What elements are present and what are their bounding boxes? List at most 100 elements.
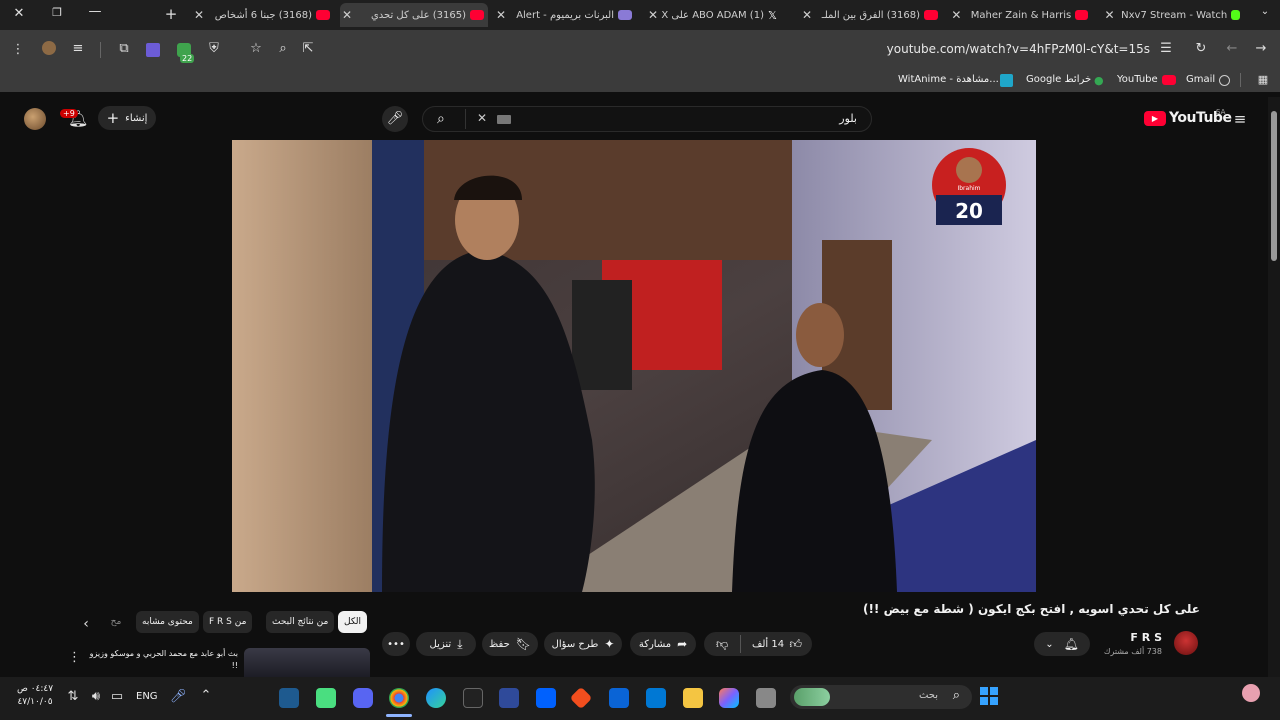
subscribed-button[interactable]: ⌄ 🔔︎ [1034,632,1090,656]
chevron-down-icon: ⌄ [1045,638,1054,650]
bookmark-gmail[interactable]: Gmail [1186,74,1215,85]
extension-icon[interactable] [146,43,160,57]
taskbar-search-box[interactable]: بحث ⌕ [790,685,972,709]
tab-6[interactable]: ✕ Maher Zain & Harris [950,3,1092,27]
discord-icon[interactable] [353,688,373,708]
scrollbar-thumb[interactable] [1271,111,1277,261]
windows-start-icon[interactable] [980,687,998,705]
chip-partial[interactable]: مح [104,611,128,633]
chip-from-channel[interactable]: من F R S [203,611,253,633]
close-window-icon[interactable]: ✕ [10,6,28,21]
tab-5[interactable]: ✕ (3168) الفرق بين الملـ [800,3,942,27]
site-settings-icon[interactable]: ☰ [1158,41,1174,56]
copilot-icon[interactable] [719,688,739,708]
language-indicator[interactable]: ENG [136,691,158,702]
download-icon: ⤓ [457,636,463,651]
chip-related[interactable]: محتوى مشابه [136,611,199,633]
back-arrow-icon[interactable]: ← [1224,41,1240,56]
clock[interactable]: ٠٤:٤٧ ص ٤٧/١٠/٠٥ [10,683,60,709]
related-video-thumbnail[interactable] [244,648,370,678]
tab-close-icon[interactable]: ✕ [646,8,660,22]
bookmark-witanime[interactable]: WitAnime - مشاهدة... [898,74,999,85]
ask-button[interactable]: طرح سؤال ✦ [544,632,622,656]
dislike-icon[interactable]: 👎︎ [716,637,728,652]
tray-chevron-up-icon[interactable]: ⌃ [198,688,214,703]
download-button[interactable]: تنزيل ⤓ [416,632,476,656]
search-input[interactable]: بلور [839,112,857,125]
channel-avatar[interactable] [1174,631,1198,655]
restore-window-icon[interactable]: ❐ [48,6,66,19]
extensions-puzzle-icon[interactable]: ⧉ [116,41,132,56]
tab-1[interactable]: ✕ (3168) جبنا 6 أشخاص [192,3,334,27]
tab-close-icon[interactable]: ✕ [192,8,206,22]
bookmark-maps[interactable]: خرائط Google [1026,74,1091,85]
app-icon[interactable] [499,688,519,708]
search-icon[interactable]: ⌕ [437,111,445,127]
save-button[interactable]: حفظ 🔖︎ [482,632,538,656]
channel-name[interactable]: F R S [1100,631,1162,644]
file-explorer-icon[interactable] [683,688,703,708]
tab-3[interactable]: ✕ البرنات بريميوم - Alert [494,3,636,27]
tab-2-active[interactable]: ✕ (3165) على كل تحدي [340,3,488,27]
keyboard-icon[interactable] [497,115,511,124]
create-button[interactable]: + إنشاء [98,106,156,130]
epic-games-icon[interactable] [463,688,483,708]
tab-7[interactable]: ✕ Nxv7 Stream - Watch [1104,3,1244,27]
shield-icon[interactable]: ⛨ [206,41,222,56]
menu-dots-icon[interactable]: ⋮ [10,42,26,57]
page-scrollbar[interactable] [1268,97,1280,677]
share-button[interactable]: مشاركة ➦ [630,632,696,656]
tab-close-icon[interactable]: ✕ [340,8,354,22]
widgets-icon[interactable] [1242,684,1260,702]
install-app-icon[interactable]: ⇱ [300,41,316,56]
forward-arrow-icon[interactable]: → [1253,41,1269,56]
minimize-window-icon[interactable]: — [86,4,104,19]
address-bar-url[interactable]: youtube.com/watch?v=4hFPzM0l-cY&t=15s [860,42,1150,56]
all-bookmarks-icon[interactable]: ▦ [1256,73,1270,86]
generic-app-icon[interactable] [756,688,776,708]
volume-icon[interactable]: 🔊︎ [87,689,105,704]
store-icon[interactable] [646,688,666,708]
chrome-icon[interactable] [389,688,409,708]
tab-close-icon[interactable]: ✕ [494,8,508,22]
account-avatar[interactable] [24,108,46,130]
chat-app-icon[interactable] [316,688,336,708]
clear-search-icon[interactable]: ✕ [477,111,487,125]
like-count[interactable]: 14 ألف [752,639,784,650]
media-control-icon[interactable]: ≡ [70,41,86,56]
zoom-icon[interactable]: ⌕ [275,41,291,56]
like-icon[interactable]: 👍︎ [789,637,802,652]
maps-pin-icon: ● [1094,74,1104,87]
video-title: على كل تحدي اسويه , افتح بكج ايكون ( شطة… [862,602,1200,616]
network-icon[interactable]: ⇅ [64,689,82,704]
extension-badge-count: 22 [180,54,195,63]
battery-icon[interactable]: ▭ [108,689,126,704]
new-tab-icon[interactable]: + [162,5,180,23]
bookmark-star-icon[interactable]: ☆ [248,41,264,56]
dropbox-icon[interactable] [536,688,556,708]
chip-all[interactable]: الكل [338,611,368,633]
guide-menu-icon[interactable]: ≡ [1232,110,1248,128]
tab-close-icon[interactable]: ✕ [800,8,814,22]
tab-4[interactable]: ✕ (1) ABO ADAM على X 𝕏 [646,3,786,27]
bookmarks-divider [1240,73,1241,87]
reload-icon[interactable]: ↻ [1193,41,1209,56]
video-frame: 20 Ibrahim [232,140,1036,592]
chip-from-search[interactable]: من نتائج البحث [266,611,335,633]
tab-search-chevron-icon[interactable]: ⌄ [1256,6,1274,17]
profile-avatar-icon[interactable] [42,41,56,55]
more-actions-button[interactable]: ••• [382,632,410,656]
voice-search-mic-icon[interactable]: 🎤︎ [382,106,408,132]
taskbar-search-placeholder: بحث [918,690,938,701]
edge-icon[interactable] [426,688,446,708]
tab-close-icon[interactable]: ✕ [950,8,963,22]
steam-icon[interactable] [279,688,299,708]
related-menu-dots-icon[interactable]: ⋮ [68,650,81,665]
bookmark-youtube[interactable]: YouTube [1117,74,1158,85]
video-player[interactable]: 20 Ibrahim [232,140,1036,592]
microphone-icon[interactable]: 🎤︎ [170,689,187,704]
outlook-icon[interactable] [609,688,629,708]
chips-scroll-left-icon[interactable]: ‹ [78,616,94,632]
tab-close-icon[interactable]: ✕ [1104,8,1115,22]
related-video-title[interactable]: بث أبو عابد مع محمد الحربي و موسكو وزيزو… [86,648,238,672]
